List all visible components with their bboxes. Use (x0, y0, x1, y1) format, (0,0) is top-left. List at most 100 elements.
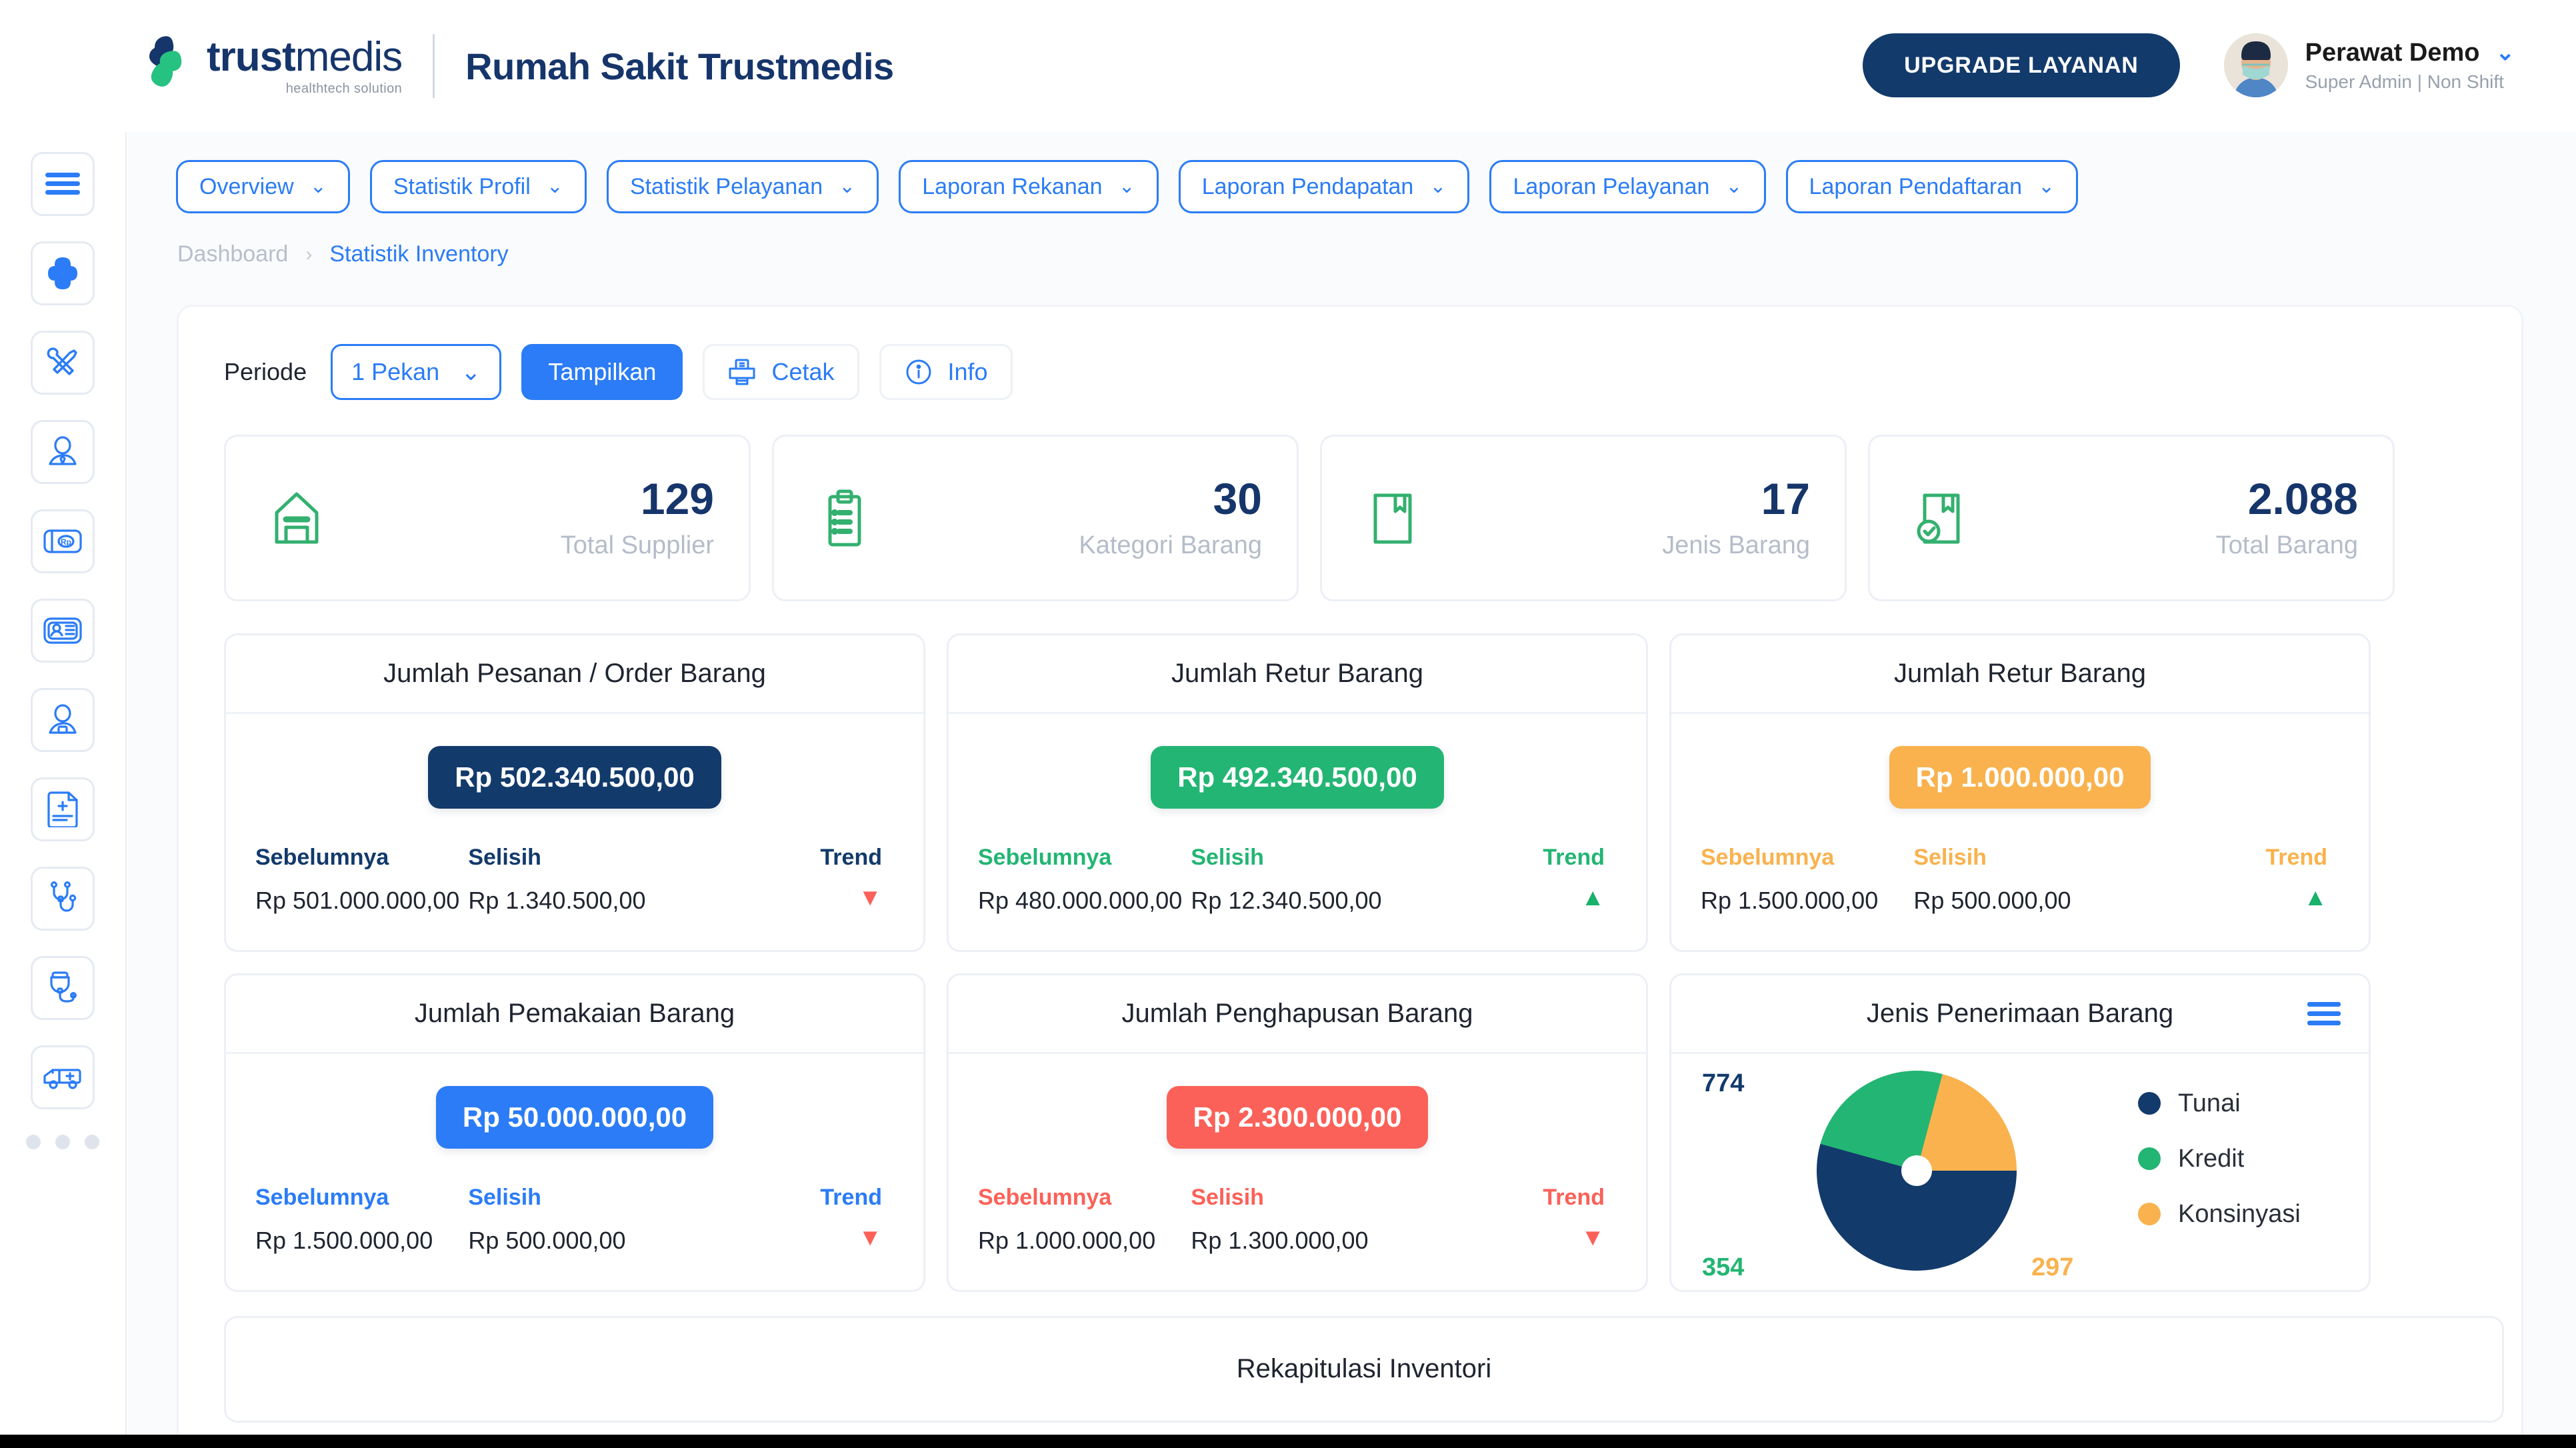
stat-card-jenis-barang: 17 Jenis Barang (1320, 435, 1847, 601)
chevron-down-icon: ⌄ (839, 177, 855, 197)
previous-value: Rp 1.500.000,00 (255, 1227, 468, 1255)
legend-item-konsinyasi[interactable]: Konsinyasi (2138, 1200, 2301, 1229)
sidebar-item-tools[interactable] (31, 331, 95, 395)
chevron-down-icon: ⌄ (1119, 177, 1135, 197)
trend-label: Trend (681, 1185, 882, 1211)
metric-card-retur-barang-amber: Jumlah Retur Barang Rp 1.000.000,00 Sebe… (1669, 633, 2371, 952)
breadcrumb-separator-icon: › (305, 243, 312, 266)
difference-label: Selisih (1191, 1185, 1403, 1211)
sidebar-item-registration[interactable] (31, 599, 95, 663)
chart-card-jenis-penerimaan-barang: Jenis Penerimaan Barang (1669, 973, 2371, 1292)
hospital-name: Rumah Sakit Trustmedis (465, 45, 894, 88)
card-body: Rp 502.340.500,00 SebelumnyaRp 501.000.0… (226, 714, 923, 950)
legend-label: Tunai (2178, 1089, 2241, 1118)
print-label: Cetak (771, 358, 834, 386)
period-select[interactable]: 1 Pekan ⌄ (331, 344, 501, 400)
pie-chart: 774 354 297 (1698, 1059, 2111, 1285)
card-header: Jumlah Pesanan / Order Barang (226, 635, 923, 714)
sidebar-item-staff[interactable] (31, 420, 95, 484)
tab-laporan-pelayanan[interactable]: Laporan Pelayanan⌄ (1489, 160, 1765, 213)
show-button[interactable]: Tampilkan (521, 344, 683, 400)
tab-statistik-pelayanan[interactable]: Statistik Pelayanan⌄ (607, 160, 879, 213)
trustmedis-pinwheel-icon (133, 31, 197, 101)
id-card-icon (43, 617, 82, 645)
stat-card-total-barang: 2.088 Total Barang (1868, 435, 2395, 601)
pie-label-tunai: 774 (1702, 1069, 1744, 1098)
ambulance-icon (43, 1064, 82, 1091)
chevron-down-icon: ⌄ (547, 177, 563, 197)
tab-laporan-rekanan[interactable]: Laporan Rekanan⌄ (899, 160, 1158, 213)
stat-value: 129 (357, 477, 714, 521)
header-actions: UPGRADE LAYANAN Perawat Demo ⌄ (1863, 33, 2515, 97)
sidebar-more-indicator (0, 1135, 125, 1149)
pie-label-konsinyasi: 297 (2031, 1253, 2073, 1282)
info-button[interactable]: Info (879, 344, 1013, 400)
card-body: Rp 1.000.000,00 SebelumnyaRp 1.500.000,0… (1671, 714, 2369, 950)
upgrade-service-button[interactable]: UPGRADE LAYANAN (1863, 33, 2179, 97)
stat-value: 17 (1453, 477, 1810, 521)
user-menu[interactable]: Perawat Demo ⌄ Super Admin | Non Shift (2224, 33, 2515, 97)
tab-statistik-profil[interactable]: Statistik Profil⌄ (370, 160, 587, 213)
sidebar-item-patient[interactable] (31, 688, 95, 752)
card-title: Jumlah Retur Barang (1894, 659, 2146, 689)
iv-drip-icon (45, 970, 80, 1006)
tab-overview[interactable]: Overview⌄ (176, 160, 350, 213)
user-tie-icon (45, 434, 81, 470)
card-body: Rp 2.300.000,00 SebelumnyaRp 1.000.000,0… (949, 1054, 1646, 1290)
inventory-statistics-panel: Periode 1 Pekan ⌄ Tampilkan Cetak (177, 305, 2523, 1435)
trend-up-icon: ▲ (2127, 885, 2327, 909)
brand-logo[interactable]: trustmedis healthtech solution (133, 31, 402, 101)
stat-label: Total Supplier (357, 531, 714, 560)
breadcrumb: Dashboard › Statistik Inventory (128, 213, 2576, 267)
stethoscope-icon (46, 881, 79, 917)
sidebar-item-home[interactable] (31, 241, 95, 305)
difference-label: Selisih (468, 1185, 681, 1211)
rupiah-money-icon: Rp (43, 528, 82, 555)
card-body: Rp 50.000.000,00 SebelumnyaRp 1.500.000,… (226, 1054, 923, 1290)
pie-center-hole (1901, 1155, 1932, 1186)
trend-label: Trend (1404, 845, 1605, 871)
card-title: Jumlah Pemakaian Barang (415, 999, 735, 1029)
box-bookmark-icon (1353, 486, 1433, 550)
chevron-down-icon: ⌄ (2496, 41, 2515, 64)
previous-label: Sebelumnya (978, 845, 1191, 871)
legend-item-kredit[interactable]: Kredit (2138, 1145, 2301, 1173)
trend-label: Trend (1404, 1185, 1605, 1211)
previous-label: Sebelumnya (1701, 845, 1913, 871)
tab-laporan-pendaftaran[interactable]: Laporan Pendaftaran⌄ (1786, 160, 2079, 213)
amount-badge: Rp 2.300.000,00 (1167, 1086, 1429, 1149)
legend-swatch (2138, 1203, 2161, 1225)
trend-down-icon: ▼ (1404, 1225, 1605, 1249)
sidebar-item-examination[interactable] (31, 867, 95, 931)
legend-item-tunai[interactable]: Tunai (2138, 1089, 2301, 1118)
box-check-icon (1901, 486, 1981, 550)
chart-menu-button[interactable] (2307, 1001, 2341, 1031)
metric-card-pemakaian-barang: Jumlah Pemakaian Barang Rp 50.000.000,00… (224, 973, 925, 1292)
info-label: Info (948, 358, 988, 386)
amount-badge: Rp 50.000.000,00 (436, 1086, 713, 1149)
app-window: trustmedis healthtech solution Rumah Sak… (0, 0, 2576, 1435)
metric-cards-grid: Jumlah Pesanan / Order Barang Rp 502.340… (179, 601, 2459, 1292)
stat-card-kategori-barang: 30 Kategori Barang (772, 435, 1299, 601)
svg-text:Rp: Rp (61, 537, 71, 547)
main-content: Overview⌄ Statistik Profil⌄ Statistik Pe… (128, 132, 2576, 1435)
card-body: 774 354 297 Tunai Kredit (1671, 1054, 2369, 1290)
tab-laporan-pendapatan[interactable]: Laporan Pendapatan⌄ (1179, 160, 1470, 213)
legend-label: Konsinyasi (2178, 1200, 2301, 1229)
sidebar-item-ambulance[interactable] (31, 1045, 95, 1109)
period-select-value: 1 Pekan (351, 358, 439, 386)
sidebar-item-medical-record[interactable] (31, 777, 95, 841)
sidebar-item-menu[interactable] (31, 152, 95, 216)
printer-icon (727, 357, 757, 387)
sidebar-item-finance[interactable]: Rp (31, 509, 95, 573)
amount-badge: Rp 1.000.000,00 (1889, 746, 2151, 809)
card-body: Rp 492.340.500,00 SebelumnyaRp 480.000.0… (949, 714, 1646, 950)
filter-toolbar: Periode 1 Pekan ⌄ Tampilkan Cetak (179, 307, 2521, 400)
stat-value: 30 (905, 477, 1262, 521)
legend-label: Kredit (2178, 1145, 2244, 1173)
tab-label: Laporan Pendapatan (1202, 174, 1414, 200)
sidebar-item-infusion[interactable] (31, 956, 95, 1020)
print-button[interactable]: Cetak (703, 344, 859, 400)
avatar (2224, 33, 2288, 97)
breadcrumb-root[interactable]: Dashboard (177, 241, 288, 267)
